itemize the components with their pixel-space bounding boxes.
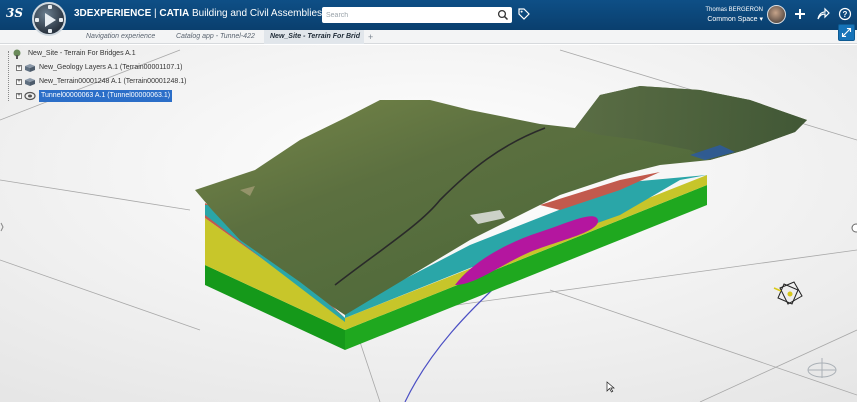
tab-navigation-experience[interactable]: Navigation experience (80, 30, 161, 44)
search-input[interactable] (326, 8, 486, 22)
compass-tick-left-icon (35, 18, 39, 22)
compass-tick-right-icon (59, 18, 63, 22)
user-name: Thomas BERGERON (705, 7, 763, 13)
expand-toggle[interactable]: + (16, 93, 22, 99)
expand-view-icon[interactable] (838, 24, 855, 41)
geology-layers-icon (25, 64, 35, 72)
app-title: 3DEXPERIENCE | CATIA Building and Civil … (74, 8, 323, 19)
expand-toggle[interactable]: + (16, 79, 22, 85)
left-panel-handle-icon[interactable] (0, 222, 4, 232)
compass-tick-top-icon (48, 5, 52, 9)
svg-text:?: ? (843, 10, 848, 19)
user-info[interactable]: Thomas BERGERON Common Space ▾ (705, 5, 763, 25)
help-icon[interactable]: ? (838, 7, 852, 21)
tunnel-icon (24, 91, 36, 101)
share-icon[interactable] (816, 7, 830, 21)
add-tab-button[interactable]: + (368, 30, 373, 44)
collaborative-space[interactable]: Common Space ▾ (705, 15, 763, 25)
terrain-icon (25, 78, 35, 86)
dassault-logo[interactable]: 3S (6, 6, 28, 24)
add-icon[interactable] (793, 7, 807, 21)
top-bar: 3S 3DEXPERIENCE | CATIA Building and Civ… (0, 0, 857, 30)
play-icon[interactable] (45, 13, 56, 27)
tree-item-label: Tunnel00000063 A.1 (Tunnel00000063.1) (39, 90, 173, 102)
tab-catalog-app[interactable]: Catalog app - Tunnel-422 (170, 30, 261, 44)
tree-item-label: New_Terrain00001248 A.1 (Terrain00001248… (39, 78, 187, 85)
avatar[interactable] (767, 5, 786, 24)
expand-toggle[interactable]: + (16, 65, 22, 71)
compass-tick-bottom-icon (48, 29, 52, 33)
catia-app-window: 3S 3DEXPERIENCE | CATIA Building and Civ… (0, 0, 857, 402)
tree-item-label: New_Geology Layers A.1 (Terrain00001107.… (39, 64, 183, 71)
tree-root-label: New_Site - Terrain For Bridges A.1 (28, 50, 136, 57)
tab-new-site[interactable]: New_Site - Terrain For Brid (264, 30, 364, 44)
search-box[interactable] (322, 7, 512, 23)
site-icon (13, 49, 21, 59)
tab-bar: Navigation experience Catalog app - Tunn… (0, 30, 857, 44)
compass-widget[interactable] (32, 2, 66, 36)
right-panel-handle-icon[interactable] (850, 222, 857, 234)
search-icon[interactable] (497, 9, 509, 21)
tree-connector (8, 51, 9, 101)
tag-icon[interactable] (517, 7, 531, 21)
